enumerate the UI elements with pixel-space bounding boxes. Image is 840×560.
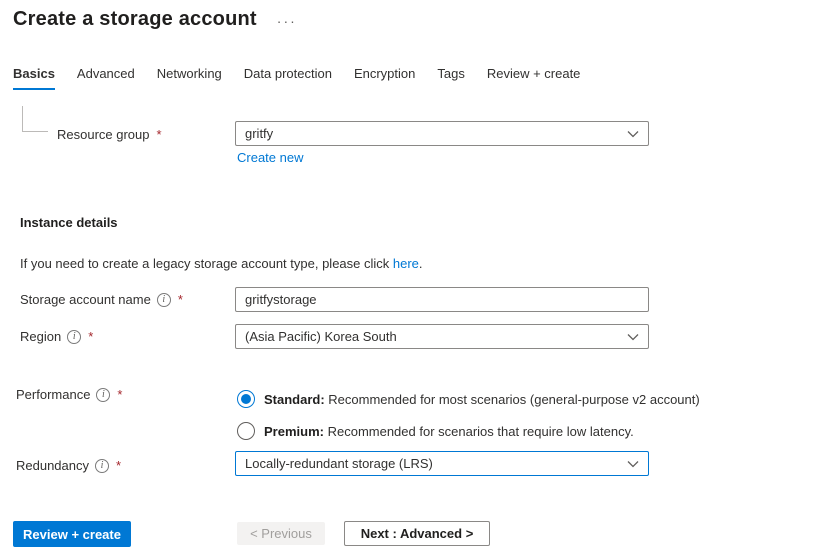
performance-standard-name: Standard: [264, 391, 325, 407]
radio-selected-icon [237, 390, 255, 408]
previous-button[interactable]: < Previous [237, 522, 325, 545]
performance-standard-radio[interactable]: Standard: Recommended for most scenarios… [237, 390, 700, 408]
region-value: (Asia Pacific) Korea South [245, 329, 397, 344]
region-label: Region i * [20, 329, 93, 344]
resource-group-value: gritfy [245, 126, 274, 141]
storage-account-name-input[interactable] [235, 287, 649, 312]
tab-review-create[interactable]: Review + create [487, 66, 581, 90]
tab-advanced[interactable]: Advanced [77, 66, 135, 90]
performance-premium-text: Premium: Recommended for scenarios that … [264, 424, 634, 439]
info-icon[interactable]: i [95, 458, 109, 473]
performance-standard-description: Recommended for most scenarios (general-… [328, 391, 700, 407]
performance-standard-text: Standard: Recommended for most scenarios… [264, 392, 700, 407]
region-label-text: Region [20, 329, 62, 344]
chevron-down-icon [627, 460, 639, 468]
resource-group-label-text: Resource group [57, 127, 150, 142]
info-icon[interactable]: i [67, 329, 82, 344]
info-icon-glyph: i [102, 389, 105, 400]
required-asterisk: * [177, 292, 183, 307]
radio-unselected-icon [237, 422, 255, 440]
resource-group-label: Resource group * [57, 127, 162, 142]
chevron-down-icon [627, 130, 639, 138]
tab-tags[interactable]: Tags [437, 66, 464, 90]
page-header: Create a storage account ··· [13, 8, 297, 31]
storage-account-name-label-text: Storage account name [20, 292, 151, 307]
performance-label: Performance i * [16, 387, 122, 402]
next-advanced-button[interactable]: Next : Advanced > [344, 521, 490, 546]
info-icon[interactable]: i [96, 387, 111, 402]
required-asterisk: * [117, 387, 123, 402]
tab-networking[interactable]: Networking [157, 66, 222, 90]
tab-encryption[interactable]: Encryption [354, 66, 415, 90]
review-create-button[interactable]: Review + create [13, 521, 131, 547]
required-asterisk: * [116, 458, 122, 473]
info-icon-glyph: i [100, 460, 104, 471]
info-icon[interactable]: i [156, 292, 171, 307]
required-asterisk: * [156, 127, 162, 142]
storage-account-name-label: Storage account name i * [20, 292, 183, 307]
page-title: Create a storage account [13, 8, 257, 30]
instance-details-heading: Instance details [20, 215, 118, 230]
create-storage-account-page: Create a storage account ··· Basics Adva… [0, 0, 840, 560]
info-icon-glyph: i [162, 294, 166, 305]
chevron-down-icon [627, 333, 639, 341]
region-dropdown[interactable]: (Asia Pacific) Korea South [235, 324, 649, 349]
performance-label-text: Performance [16, 387, 91, 402]
redundancy-dropdown[interactable]: Locally-redundant storage (LRS) [235, 451, 649, 476]
redundancy-label: Redundancy i * [16, 458, 121, 473]
performance-premium-description: Recommended for scenarios that require l… [327, 423, 634, 439]
required-asterisk: * [88, 329, 94, 344]
tab-bar: Basics Advanced Networking Data protecti… [13, 66, 580, 90]
tree-branch-indicator [22, 106, 48, 132]
redundancy-label-text: Redundancy [16, 458, 89, 473]
performance-premium-name: Premium: [264, 423, 324, 439]
create-new-link[interactable]: Create new [237, 150, 303, 165]
redundancy-value: Locally-redundant storage (LRS) [245, 456, 433, 471]
tab-basics[interactable]: Basics [13, 66, 55, 90]
legacy-notice-period: . [418, 256, 423, 271]
legacy-here-link[interactable]: here [393, 256, 419, 271]
legacy-notice: If you need to create a legacy storage a… [20, 256, 423, 271]
tab-data-protection[interactable]: Data protection [244, 66, 332, 90]
legacy-notice-text: If you need to create a legacy storage a… [20, 256, 393, 271]
resource-group-dropdown[interactable]: gritfy [235, 121, 649, 146]
info-icon-glyph: i [72, 331, 76, 342]
performance-premium-radio[interactable]: Premium: Recommended for scenarios that … [237, 422, 634, 440]
more-options-icon[interactable]: ··· [277, 13, 297, 29]
